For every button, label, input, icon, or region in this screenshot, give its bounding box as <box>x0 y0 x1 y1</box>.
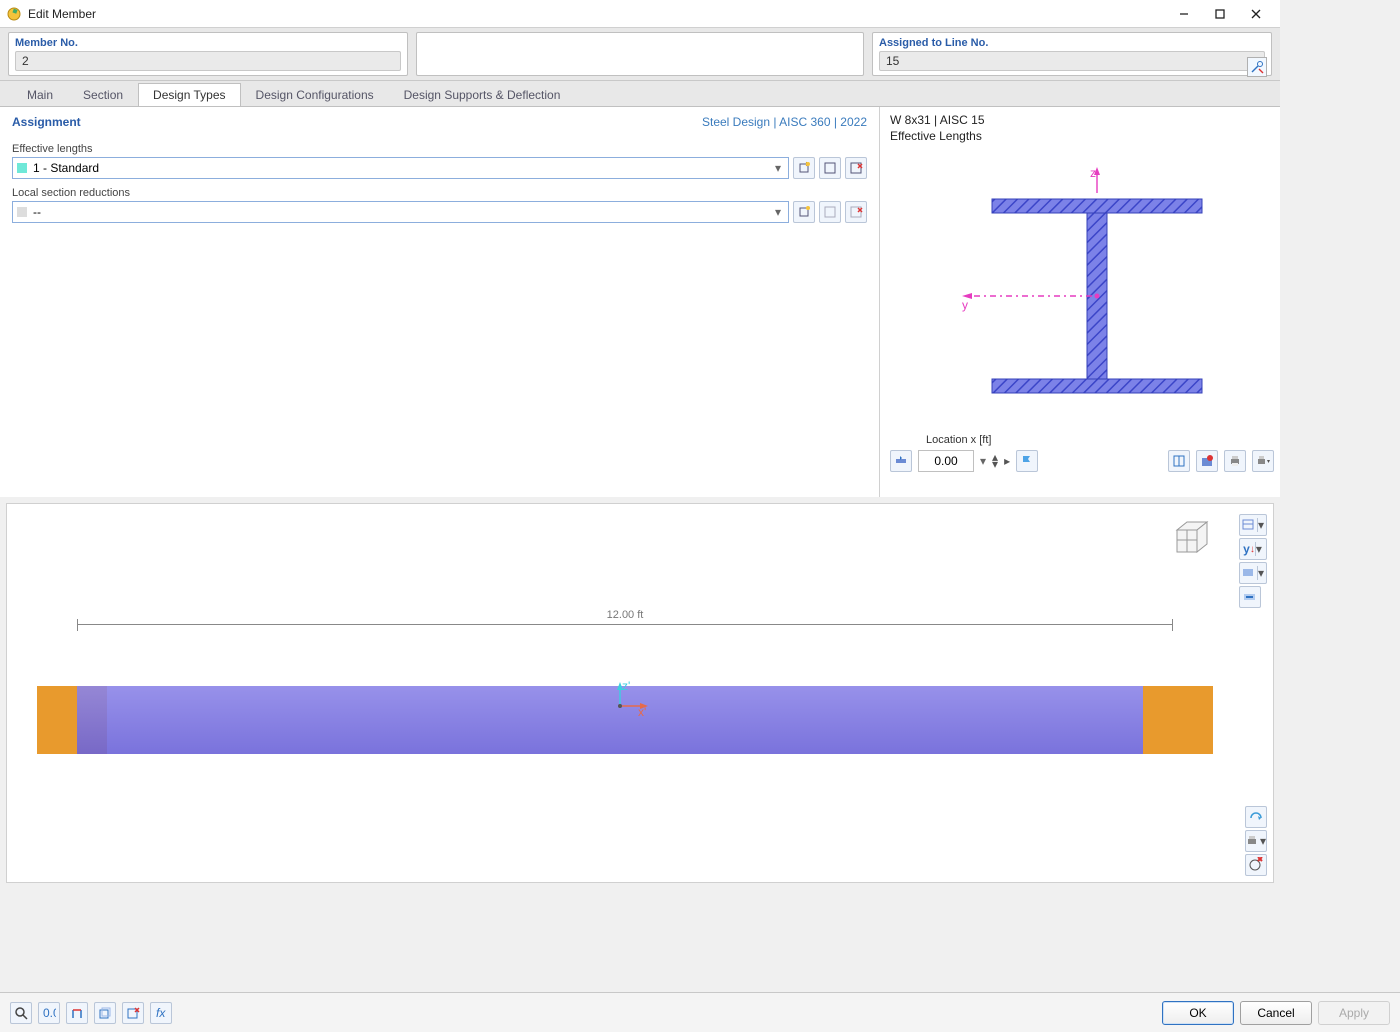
section-flag-button[interactable] <box>1016 450 1038 472</box>
footer-delete-button[interactable] <box>122 1002 144 1024</box>
chevron-down-icon[interactable]: ▾ <box>770 204 786 220</box>
app-icon <box>6 6 22 22</box>
content-row: Assignment Steel Design | AISC 360 | 202… <box>0 107 1280 497</box>
local-reductions-value: -- <box>33 205 41 219</box>
maximize-button[interactable] <box>1202 2 1238 26</box>
assigned-line-panel: Assigned to Line No. 15 <box>872 32 1272 76</box>
svg-text:0.00: 0.00 <box>43 1006 56 1020</box>
assigned-line-input[interactable]: 15 <box>879 51 1265 71</box>
pick-line-button[interactable] <box>1247 57 1267 77</box>
effective-lengths-edit-button[interactable] <box>819 157 841 179</box>
display-mode-button[interactable]: ▾ <box>1239 562 1267 584</box>
axis-y-button[interactable]: y↓▾ <box>1239 538 1267 560</box>
tab-design-supports-deflection[interactable]: Design Supports & Deflection <box>389 83 576 106</box>
dimension-label: 12.00 ft <box>603 609 648 621</box>
section-print-button[interactable] <box>1224 450 1246 472</box>
chevron-down-icon[interactable]: ▾ <box>980 454 986 468</box>
effective-lengths-delete-button[interactable] <box>845 157 867 179</box>
title-bar: Edit Member <box>0 0 1280 28</box>
section-graphic: z y <box>890 144 1274 434</box>
local-reductions-combo[interactable]: -- ▾ <box>12 201 789 223</box>
section-preview-pane: W 8x31 | AISC 15 Effective Lengths <box>880 107 1280 497</box>
header-mid-panel <box>416 32 864 76</box>
member-print-button[interactable]: ▾ <box>1245 830 1267 852</box>
view-tools-right: ▾ y↓▾ ▾ <box>1239 514 1267 608</box>
tab-design-configurations[interactable]: Design Configurations <box>241 83 389 106</box>
section-position-button[interactable] <box>890 450 912 472</box>
design-standard-link[interactable]: Steel Design | AISC 360 | 2022 <box>702 115 867 129</box>
tab-section[interactable]: Section <box>68 83 138 106</box>
cancel-button[interactable]: Cancel <box>1240 1001 1312 1025</box>
minimize-button[interactable] <box>1166 2 1202 26</box>
step-forward-button[interactable]: ▸ <box>1004 454 1010 468</box>
tab-main[interactable]: Main <box>12 83 68 106</box>
ok-button[interactable]: OK <box>1162 1001 1234 1025</box>
footer-search-button[interactable] <box>10 1002 32 1024</box>
section-view1-button[interactable] <box>1168 450 1190 472</box>
local-reductions-new-button[interactable] <box>793 201 815 223</box>
chevron-down-icon[interactable]: ▾ <box>770 160 786 176</box>
effective-lengths-combo[interactable]: 1 - Standard ▾ <box>12 157 789 179</box>
local-reductions-edit-button[interactable] <box>819 201 841 223</box>
reset-view-button[interactable] <box>1245 854 1267 876</box>
assignment-pane: Assignment Steel Design | AISC 360 | 202… <box>0 107 880 497</box>
display-settings-button[interactable] <box>1239 586 1261 608</box>
location-x-input[interactable]: 0.00 <box>918 450 974 472</box>
apply-button: Apply <box>1318 1001 1390 1025</box>
section-print-menu-button[interactable] <box>1252 450 1274 472</box>
effective-lengths-value: 1 - Standard <box>33 161 99 175</box>
footer-formula-button[interactable]: fx <box>150 1002 172 1024</box>
header-strip: Member No. 2 Assigned to Line No. 15 <box>0 28 1280 81</box>
view-mode-button[interactable]: ▾ <box>1239 514 1267 536</box>
dialog-footer: 0.00 fx OK Cancel Apply <box>0 992 1400 1032</box>
spin-down-button[interactable]: ▾ <box>992 461 998 468</box>
svg-text:z': z' <box>622 680 630 693</box>
local-reductions-color-swatch <box>17 207 27 217</box>
svg-text:fx: fx <box>156 1006 166 1020</box>
local-reductions-label: Local section reductions <box>12 187 867 199</box>
tab-design-types[interactable]: Design Types <box>138 83 241 106</box>
close-button[interactable] <box>1238 2 1274 26</box>
section-subtitle: Effective Lengths <box>890 129 1274 145</box>
footer-units-button[interactable]: 0.00 <box>38 1002 60 1024</box>
window-title: Edit Member <box>28 7 1166 21</box>
footer-structure-button[interactable] <box>66 1002 88 1024</box>
location-x-label: Location x [ft] <box>926 434 1274 446</box>
section-name: W 8x31 | AISC 15 <box>890 113 1274 129</box>
local-reductions-delete-button[interactable] <box>845 201 867 223</box>
member-no-label: Member No. <box>15 37 401 49</box>
axis-z-label: z <box>1090 166 1096 180</box>
assignment-heading: Assignment <box>12 115 81 129</box>
view-cube[interactable] <box>1165 516 1213 560</box>
member-no-input[interactable]: 2 <box>15 51 401 71</box>
beam-end-right <box>1143 686 1213 754</box>
effective-lengths-label: Effective lengths <box>12 143 867 155</box>
dimension-line: 12.00 ft <box>77 624 1173 625</box>
svg-text:x': x' <box>638 705 646 719</box>
effective-lengths-color-swatch <box>17 163 27 173</box>
assigned-line-label: Assigned to Line No. <box>879 37 1265 49</box>
member-no-panel: Member No. 2 <box>8 32 408 76</box>
member-3d-preview[interactable]: ▾ y↓▾ ▾ 12.00 ft z' x' ▾ <box>6 503 1274 883</box>
local-axis-marker: z' x' <box>600 680 650 720</box>
effective-lengths-new-button[interactable] <box>793 157 815 179</box>
footer-copy-button[interactable] <box>94 1002 116 1024</box>
view-tools-bottom: ▾ <box>1245 806 1267 876</box>
axis-y-label: y <box>962 298 968 312</box>
section-view2-button[interactable] <box>1196 450 1218 472</box>
tab-bar: Main Section Design Types Design Configu… <box>0 81 1280 107</box>
beam-stage: 12.00 ft z' x' <box>37 624 1213 784</box>
rotate-view-button[interactable] <box>1245 806 1267 828</box>
